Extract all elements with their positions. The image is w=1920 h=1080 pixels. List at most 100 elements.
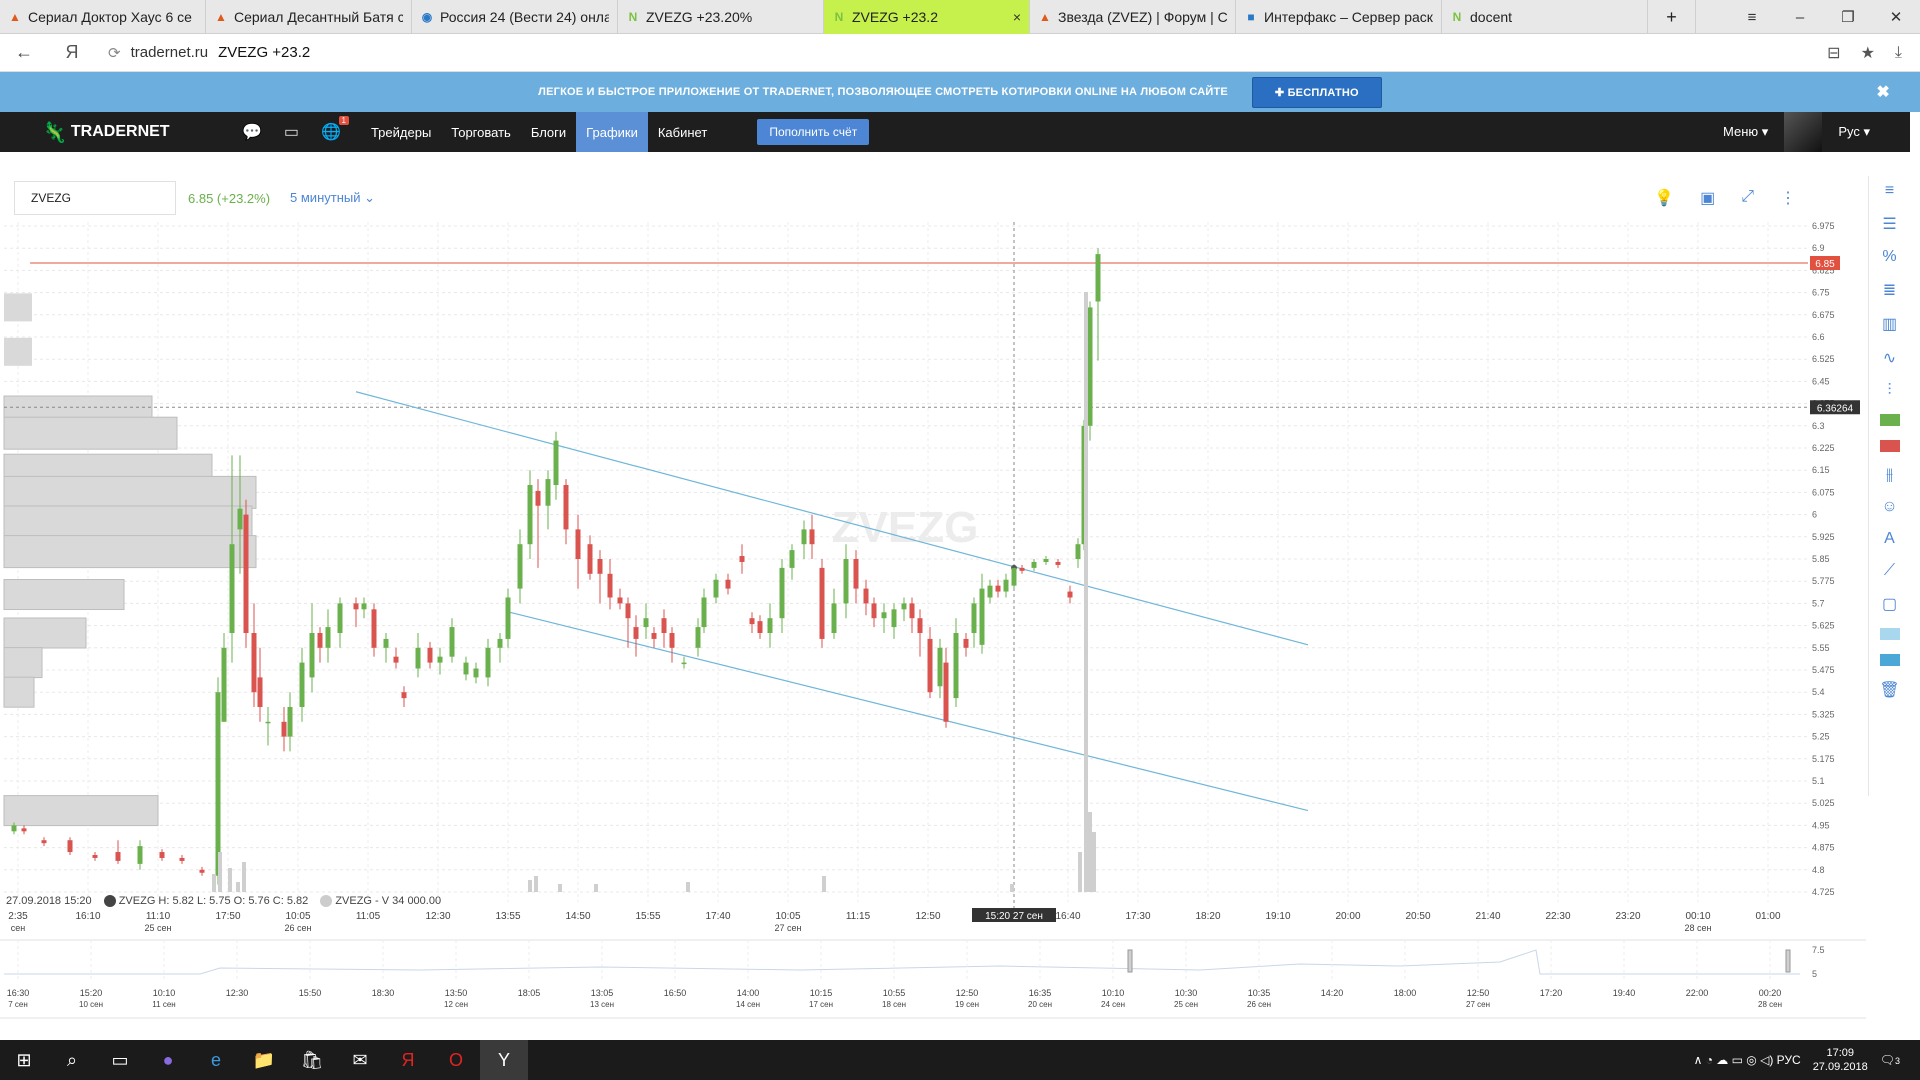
candle-body [137,846,143,864]
candle-body [21,828,27,832]
opera-icon[interactable]: O [432,1040,480,1080]
browser-tab[interactable]: ▲ Звезда (ZVEZ) | Форум | Cc [1030,0,1236,34]
y-tick-label: 6.675 [1812,310,1835,320]
monitor-icon[interactable]: ▭ [284,122,299,142]
nav-link-trade[interactable]: Торговать [441,112,521,152]
minimize-icon[interactable]: – [1776,0,1824,34]
tray-icons[interactable]: ∧ ◔ ☁ ▭ ◎ ◁) РУС [1694,1053,1801,1067]
explorer-icon[interactable]: 📁 [240,1040,288,1080]
ticker-input[interactable]: ZVEZG [14,181,176,215]
candle-body [971,603,977,633]
browser-tab[interactable]: Ndocent [1442,0,1648,34]
yandex-browser-icon[interactable]: Y [480,1040,528,1080]
menu-icon[interactable]: ≡ [1728,0,1776,34]
browser-tab[interactable]: ◉ Россия 24 (Вести 24) онла [412,0,618,34]
image-icon[interactable]: ▣ [1700,188,1715,208]
reload-icon[interactable]: ⟳ [108,44,121,62]
restore-icon[interactable]: ❐ [1824,0,1872,34]
candle-body [713,579,719,598]
globe-icon[interactable]: 🌐 1 [321,116,349,142]
close-icon[interactable]: ✖ [1876,82,1890,102]
nav-link-charts[interactable]: Графики [576,112,648,152]
y-tick-label: 6.9 [1812,243,1825,253]
tab-title: Сериал Доктор Хаус 6 се [28,9,192,25]
search-icon[interactable]: ⌕ [48,1040,96,1080]
fullscreen-icon[interactable]: ⤢ [1741,188,1754,208]
mail-icon[interactable]: ✉ [336,1040,384,1080]
lightbulb-icon[interactable]: 💡 [1654,188,1674,208]
volume-profile-bar [3,795,159,827]
clock[interactable]: 17:09 27.09.2018 [1813,1046,1868,1074]
nav-link-cabinet[interactable]: Кабинет [648,112,717,152]
notification-count: 3 [1894,1056,1900,1066]
language-dropdown[interactable]: Рус ▾ [1838,124,1870,140]
line-chart-icon[interactable]: ∿ [1883,348,1896,368]
volume-bar [1088,812,1092,892]
browser-tab[interactable]: N ZVEZG +23.2 × [824,0,1030,34]
start-icon[interactable]: ⊞ [0,1040,48,1080]
deposit-button[interactable]: Пополнить счёт [757,119,870,145]
crosshair-time-tag: 15:20 27 сен [985,911,1043,922]
more-icon[interactable]: ⋮ [1780,188,1796,208]
y-tick-label: 5.775 [1812,576,1835,586]
hamburger-icon[interactable]: ≡ [1885,182,1894,200]
browser-tab[interactable]: ▲ Сериал Доктор Хаус 6 се [0,0,206,34]
yandex-icon[interactable]: Я [384,1040,432,1080]
browser-tab[interactable]: ■ Интерфакс – Сервер раск [1236,0,1442,34]
x-tick-label: 13:55 [495,911,520,922]
up-color-swatch[interactable] [1879,414,1900,426]
cortana-icon[interactable]: ● [144,1040,192,1080]
line-tool-icon[interactable]: ⟋ [1884,562,1895,580]
down-color-swatch[interactable] [1879,440,1900,452]
candles-icon[interactable]: ⫶ [1887,382,1891,400]
chat-icon[interactable]: 💬 [242,122,262,142]
align-icon[interactable]: ≣ [1883,280,1896,300]
x-tick-label: 17:30 [1125,911,1150,922]
text-tool-icon[interactable]: A [1884,530,1895,548]
reader-icon[interactable]: ⊟ [1827,43,1840,63]
candle-body [179,857,185,861]
browser-tab[interactable]: N ZVEZG +23.20% [618,0,824,34]
tradernet-logo[interactable]: 🦎 TRADERNET [42,120,222,145]
navigator-tick-label: 14:00 [737,988,760,998]
candle-body [505,597,511,639]
rectangle-tool-icon[interactable]: ▢ [1882,594,1897,614]
navigator-tick-date: 17 сен [809,1000,833,1009]
layers-icon[interactable]: ☰ [1882,214,1896,234]
nav-link-traders[interactable]: Трейдеры [361,112,441,152]
url-box[interactable]: ⟳ tradernet.ru ZVEZG +23.2 [108,44,310,62]
browser-tab[interactable]: ▲ Сериал Десантный Батя с [206,0,412,34]
volume-profile-bar [3,475,257,509]
candle-body [41,840,47,844]
back-icon[interactable]: ← [0,42,48,63]
edge-icon[interactable]: e [192,1040,240,1080]
interval-dropdown[interactable]: 5 минутный ⌄ [290,190,375,206]
channel-color-swatch-2[interactable] [1879,654,1900,666]
task-view-icon[interactable]: ▭ [96,1040,144,1080]
close-tab-icon[interactable]: × [1013,9,1021,25]
navigator-tick-label: 18:30 [372,988,395,998]
avatar[interactable] [1784,112,1823,152]
promo-free-button[interactable]: ✚ БЕСПЛАТНО [1251,76,1382,108]
candle-body [535,490,541,506]
candle-body [607,573,613,598]
downloads-icon[interactable]: ⤓ [1895,44,1902,62]
channel-color-swatch[interactable] [1879,628,1900,640]
menu-dropdown[interactable]: Меню ▾ [1723,124,1768,140]
smile-icon[interactable]: ☺ [1881,498,1897,516]
close-window-icon[interactable]: ✕ [1872,0,1920,34]
indicators-icon[interactable]: ⫵ [1886,466,1893,484]
volume-bar [242,862,246,892]
new-tab-button[interactable]: + [1648,0,1696,34]
yandex-icon[interactable]: Я [48,42,96,63]
x-tick-label: 11:10 [146,911,171,922]
trash-icon[interactable]: 🗑 [1879,680,1899,700]
bars-icon[interactable]: ▥ [1882,314,1897,334]
navigator-tick-date: 20 сен [1028,1000,1052,1009]
percent-icon[interactable]: % [1882,248,1896,266]
nav-link-blogs[interactable]: Блоги [521,112,576,152]
store-icon[interactable]: 🛍 [288,1040,336,1080]
tab-title: Интерфакс – Сервер раск [1264,9,1433,25]
notifications-icon[interactable]: 🗨3 [1880,1053,1900,1067]
bookmark-star-icon[interactable]: ★ [1861,43,1875,63]
